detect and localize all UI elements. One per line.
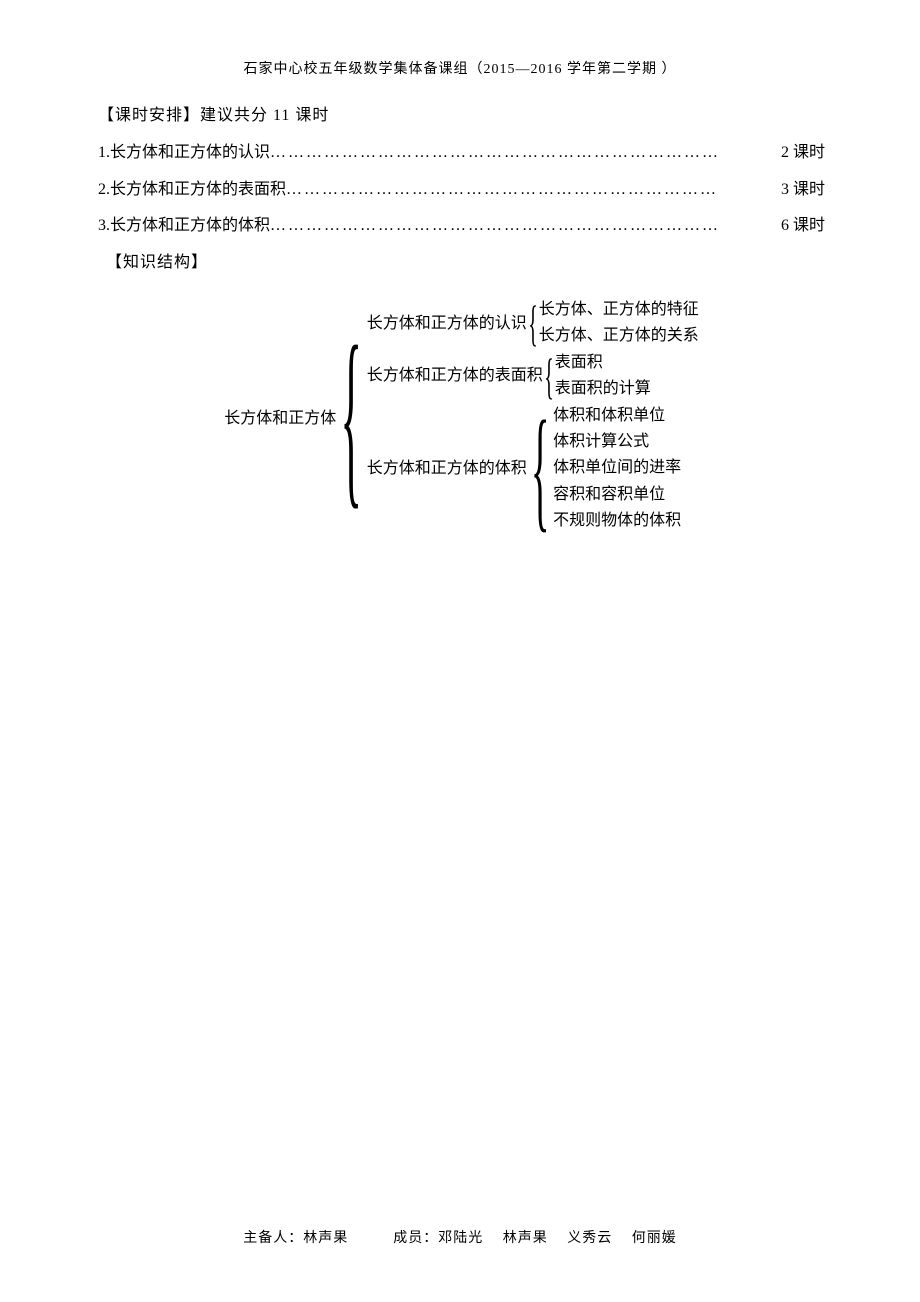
branch-label: 长方体和正方体的表面积 xyxy=(367,363,543,389)
leaf-item: 体积和体积单位 xyxy=(553,403,681,429)
brace-icon: { xyxy=(527,298,538,348)
leaf-item: 长方体、正方体的关系 xyxy=(539,323,699,349)
toc-dots: ………………………………………………………………… xyxy=(270,208,781,245)
time-arrangement-title: 【课时安排】建议共分 11 课时 xyxy=(98,98,825,135)
diagram-root-label: 长方体和正方体 xyxy=(224,404,336,428)
toc-item-1: 1.长方体和正方体的认识 ………………………………………………………………… 2… xyxy=(98,135,825,172)
toc-hours: 6 课时 xyxy=(781,208,825,245)
content-area: 【课时安排】建议共分 11 课时 1.长方体和正方体的认识 …………………………… xyxy=(0,78,920,535)
branch-recognition: 长方体和正方体的认识 { 长方体、正方体的特征 长方体、正方体的关系 xyxy=(367,297,699,350)
leaf-item: 表面积的计算 xyxy=(555,376,651,402)
toc-dots: ……………………………………………………………… xyxy=(286,172,781,209)
brace-icon: { xyxy=(340,333,363,498)
structure-diagram: 长方体和正方体 { 长方体和正方体的认识 { 长方体、正方体的特征 长方体、正方… xyxy=(98,297,825,535)
leaf-item: 体积计算公式 xyxy=(553,429,681,455)
leaf-item: 体积单位间的进率 xyxy=(553,455,681,481)
branch-label: 长方体和正方体的认识 xyxy=(367,311,527,337)
toc-label: 3.长方体和正方体的体积 xyxy=(98,208,270,245)
branch-volume: 长方体和正方体的体积 { 体积和体积单位 体积计算公式 体积单位间的进率 容积和… xyxy=(367,403,699,535)
leaf-item: 容积和容积单位 xyxy=(553,482,681,508)
toc-item-3: 3.长方体和正方体的体积 ………………………………………………………………… 6… xyxy=(98,208,825,245)
knowledge-structure-title: 【知识结构】 xyxy=(106,245,825,282)
page-footer: 主备人：林声果 成员：邓陆光 林声果 义秀云 何丽媛 xyxy=(0,1227,920,1247)
brace-icon: { xyxy=(530,400,550,537)
branch-label: 长方体和正方体的体积 xyxy=(367,456,527,482)
toc-label: 2.长方体和正方体的表面积 xyxy=(98,172,286,209)
toc-dots: ………………………………………………………………… xyxy=(270,135,781,172)
toc-hours: 2 课时 xyxy=(781,135,825,172)
leaf-item: 长方体、正方体的特征 xyxy=(539,297,699,323)
toc-label: 1.长方体和正方体的认识 xyxy=(98,135,270,172)
leaf-item: 不规则物体的体积 xyxy=(553,508,681,534)
toc-item-2: 2.长方体和正方体的表面积 ……………………………………………………………… 3… xyxy=(98,172,825,209)
leaf-item: 表面积 xyxy=(555,350,651,376)
page-header: 石家中心校五年级数学集体备课组（2015—2016 学年第二学期 ） xyxy=(0,0,920,78)
toc-hours: 3 课时 xyxy=(781,172,825,209)
